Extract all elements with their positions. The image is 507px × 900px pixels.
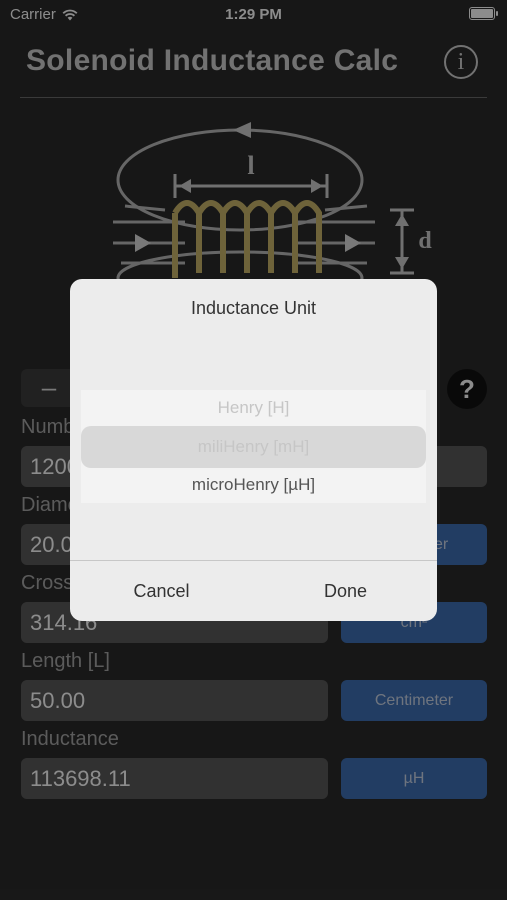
inductance-unit-picker-dialog: Inductance Unit Henry [H] miliHenry [mH]… xyxy=(70,279,437,621)
cancel-button[interactable]: Cancel xyxy=(70,561,253,621)
picker-option-selected[interactable]: miliHenry [mH] xyxy=(81,437,426,457)
picker-option[interactable]: Henry [H] xyxy=(81,398,426,418)
unit-picker-wheel[interactable]: Henry [H] miliHenry [mH] microHenry [µH] xyxy=(81,390,426,503)
done-button[interactable]: Done xyxy=(254,561,437,621)
picker-option[interactable]: microHenry [µH] xyxy=(81,475,426,495)
dialog-title: Inductance Unit xyxy=(190,298,317,318)
